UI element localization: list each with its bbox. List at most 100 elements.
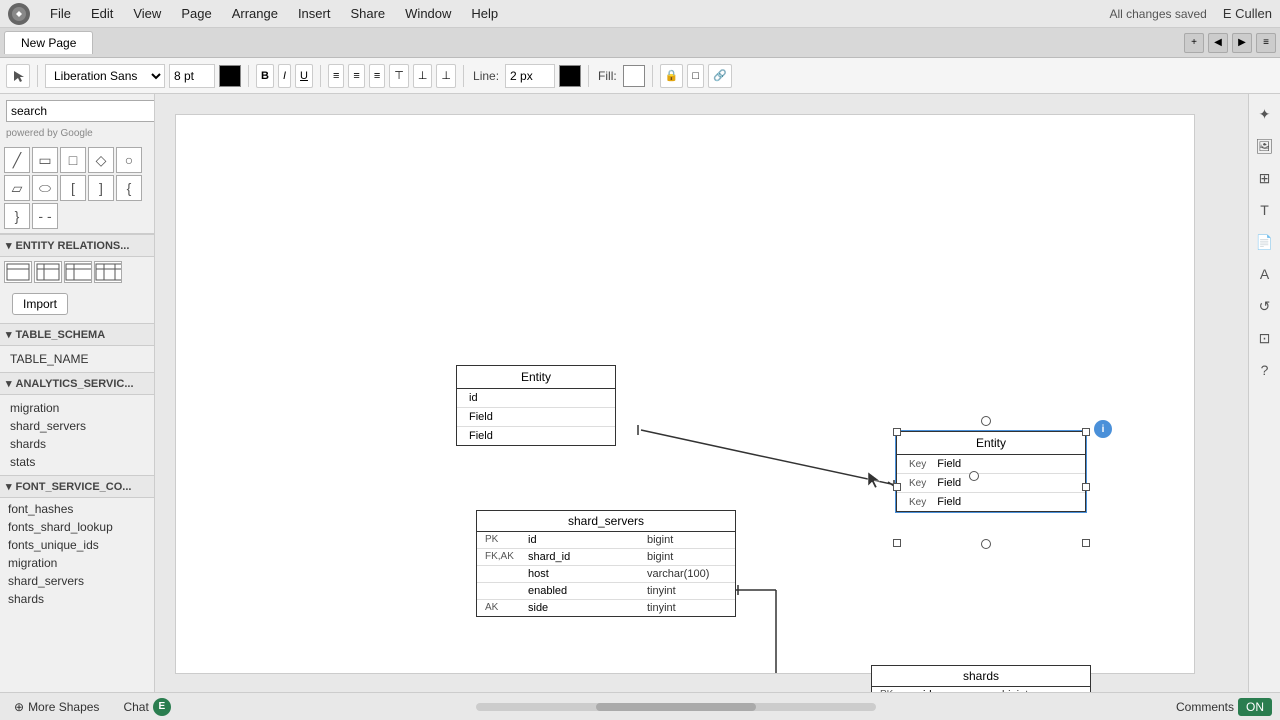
shape-line[interactable]: ╱ [4,147,30,173]
right-btn-text[interactable]: T [1253,198,1277,222]
handle-tc[interactable] [981,416,991,426]
shape-parallelogram[interactable]: ▱ [4,175,30,201]
menu-window[interactable]: Window [397,4,459,23]
search-input[interactable] [6,100,155,122]
canvas-area[interactable]: Entity id Field Field Entity Key Field K… [155,94,1248,692]
align-left-button[interactable]: ≡ [328,64,344,88]
align-right-button[interactable]: ≡ [369,64,385,88]
more-shapes-button[interactable]: ⊕ More Shapes [8,698,105,716]
menu-page[interactable]: Page [173,4,219,23]
shape-brace-l[interactable]: { [116,175,142,201]
line-size-input[interactable] [505,64,555,88]
shape-rect[interactable]: □ [60,147,86,173]
menu-view[interactable]: View [125,4,169,23]
handle-bc[interactable] [981,539,991,549]
comments-button[interactable]: Comments [1176,700,1234,714]
section-entity-header[interactable]: ▾ ENTITY RELATIONS... [0,234,154,257]
underline-button[interactable]: U [295,64,313,88]
font-item-shard-servers[interactable]: shard_servers [4,572,150,590]
right-btn-font[interactable]: A [1253,262,1277,286]
analytics-item-shard-servers[interactable]: shard_servers [6,417,148,435]
tab-menu-button[interactable]: ≡ [1256,33,1276,53]
shape-bracket-l[interactable]: [ [60,175,86,201]
shards-table[interactable]: shards PK id bigint name varchar(10) dat… [871,665,1091,692]
analytics-item-shards[interactable]: shards [6,435,148,453]
right-btn-table[interactable]: ⊞ [1253,166,1277,190]
on-toggle-button[interactable]: ON [1238,698,1272,716]
handle-tl[interactable] [893,428,901,436]
active-tab[interactable]: New Page [4,31,93,54]
scroll-thumb[interactable] [596,703,756,711]
lock-button[interactable]: 🔒 [660,64,684,88]
analytics-item-stats[interactable]: stats [6,453,148,471]
shard-servers-table[interactable]: shard_servers PK id bigint FK,AK shard_i… [476,510,736,617]
handle-mr[interactable] [969,471,979,481]
chat-button[interactable]: Chat E [117,696,176,718]
valign-top-button[interactable]: ⊤ [389,64,409,88]
font-item-migration[interactable]: migration [4,554,150,572]
font-item-shard-lookup[interactable]: fonts_shard_lookup [4,518,150,536]
right-btn-star[interactable]: ✦ [1253,102,1277,126]
diagram-canvas[interactable]: Entity id Field Field Entity Key Field K… [175,114,1195,674]
info-badge[interactable]: i [1094,420,1112,438]
horizontal-scrollbar[interactable] [476,703,876,711]
menu-file[interactable]: File [42,4,79,23]
new-tab-button[interactable]: + [1184,33,1204,53]
menu-edit[interactable]: Edit [83,4,121,23]
entity-shape-3[interactable] [64,261,92,283]
save-status: All changes saved [1109,7,1206,21]
menu-arrange[interactable]: Arrange [224,4,286,23]
entity-shape-4[interactable] [94,261,122,283]
handle-ml[interactable] [893,483,901,491]
shadow-button[interactable]: □ [687,64,704,88]
entity2-box[interactable]: Entity Key Field Key Field Key Field [896,431,1086,512]
import-button[interactable]: Import [12,293,68,315]
shape-diamond[interactable]: ◇ [88,147,114,173]
handle-bl[interactable] [893,539,901,547]
section-analytics-header[interactable]: ▾ ANALYTICS_SERVIC... [0,372,154,395]
right-btn-page[interactable]: 📄 [1253,230,1277,254]
entity-shape-1[interactable] [4,261,32,283]
section-table-header[interactable]: ▾ TABLE_SCHEMA [0,323,154,346]
font-item-shards[interactable]: shards [4,590,150,608]
font-item-unique-ids[interactable]: fonts_unique_ids [4,536,150,554]
fill-color-swatch[interactable] [623,65,645,87]
shape-cylinder[interactable]: ⬭ [32,175,58,201]
font-size-input[interactable] [169,64,215,88]
font-select[interactable]: Liberation Sans [45,64,165,88]
valign-mid-button[interactable]: ⊥ [413,64,433,88]
entity1-box[interactable]: Entity id Field Field [456,365,616,446]
right-btn-history[interactable]: ↺ [1253,294,1277,318]
tab-prev-button[interactable]: ◀ [1208,33,1228,53]
menu-insert[interactable]: Insert [290,4,339,23]
font-color-swatch[interactable] [219,65,241,87]
bold-button[interactable]: B [256,64,274,88]
table-name-item[interactable]: TABLE_NAME [6,350,148,368]
shape-bracket-r[interactable]: ] [88,175,114,201]
right-btn-image[interactable]: 🖼 [1253,134,1277,158]
italic-button[interactable]: I [278,64,291,88]
section-analytics-chevron: ▾ [6,377,12,390]
shape-ellipse[interactable]: ○ [116,147,142,173]
valign-bot-button[interactable]: ⊥ [436,64,456,88]
entity-shape-2[interactable] [34,261,62,283]
select-tool[interactable] [6,64,30,88]
tab-next-button[interactable]: ▶ [1232,33,1252,53]
handle-br[interactable] [1082,539,1090,547]
line-color-swatch[interactable] [559,65,581,87]
section-font-header[interactable]: ▾ FONT_SERVICE_CO... [0,475,154,498]
font-item-hashes[interactable]: font_hashes [4,500,150,518]
shape-brace-r[interactable]: } [4,203,30,229]
menu-share[interactable]: Share [342,4,393,23]
right-btn-plugin[interactable]: ⊡ [1253,326,1277,350]
link-button[interactable]: 🔗 [708,64,732,88]
analytics-item-migration[interactable]: migration [6,399,148,417]
align-center-button[interactable]: ≡ [348,64,364,88]
shape-dashed[interactable]: - - [32,203,58,229]
handle-rm[interactable] [1082,483,1090,491]
entity1-header: Entity [457,366,615,389]
shape-rect-rounded[interactable]: ▭ [32,147,58,173]
menu-help[interactable]: Help [463,4,506,23]
right-btn-help[interactable]: ? [1253,358,1277,382]
handle-tr[interactable] [1082,428,1090,436]
